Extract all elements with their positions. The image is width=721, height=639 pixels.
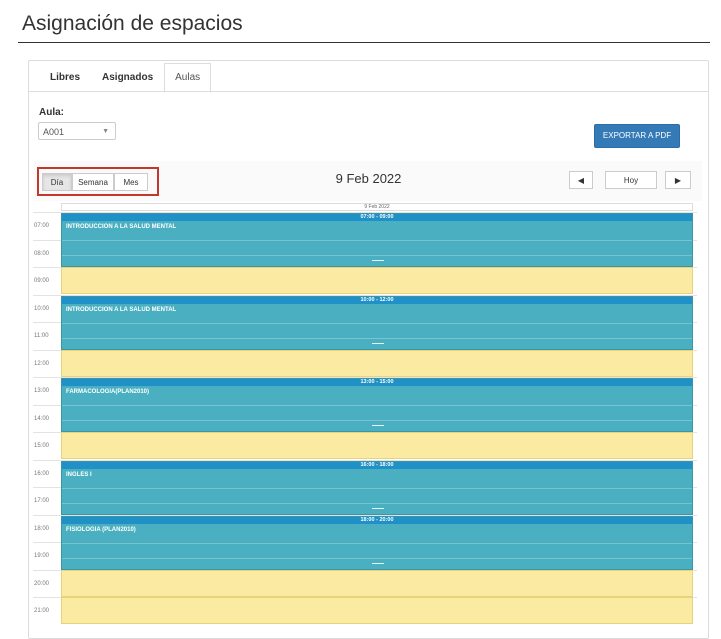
hour-label: 11:00 — [34, 333, 49, 339]
calendar-event[interactable]: 18:00 - 20:00 FISIOLOGIA (PLAN2010) — [61, 515, 693, 570]
event-title: INTRODUCCION A LA SALUD MENTAL — [66, 224, 177, 230]
calendar-event[interactable]: 10:00 - 12:00 INTRODUCCION A LA SALUD ME… — [61, 295, 693, 350]
event-divider — [62, 420, 692, 421]
resize-handle[interactable] — [372, 507, 384, 509]
event-divider — [62, 240, 692, 241]
title-divider — [18, 42, 710, 43]
resize-handle[interactable] — [372, 562, 384, 564]
free-slot[interactable] — [61, 349, 693, 377]
main-panel: Libres Asignados Aulas Aula: A001 ▼ EXPO… — [28, 60, 709, 639]
day-column-header: 9 Feb 2022 — [61, 203, 693, 211]
event-title: FARMACOLOGIA(PLAN2010) — [66, 389, 150, 395]
hour-label: 09:00 — [34, 278, 50, 284]
hour-label: 12:00 — [34, 360, 50, 367]
hour-label: 14:00 — [34, 415, 50, 422]
hour-label: 07:00 — [34, 223, 50, 229]
free-slot[interactable] — [61, 569, 693, 597]
event-divider — [62, 502, 692, 504]
prev-button[interactable]: ◀ — [569, 171, 593, 189]
event-time: 16:00 - 18:00 — [62, 461, 692, 469]
calendar-event[interactable]: 07:00 - 09:00 INTRODUCCION A LA SALUD ME… — [61, 213, 693, 267]
aula-label: Aula: — [39, 107, 64, 118]
event-title: INTRODUCCION A LA SALUD MENTAL — [66, 306, 177, 313]
event-time: 13:00 - 15:00 — [62, 379, 692, 386]
chevron-right-icon: ▶ — [674, 176, 682, 185]
export-pdf-button[interactable]: EXPORTAR A PDF — [594, 124, 680, 148]
hour-label: 19:00 — [34, 553, 50, 559]
hour-label: 17:00 — [34, 498, 50, 504]
hour-label: 20:00 — [34, 580, 50, 587]
calendar-event[interactable]: 13:00 - 15:00 FARMACOLOGIA(PLAN2010) — [61, 378, 693, 432]
tab-bar: Libres Asignados Aulas — [39, 63, 212, 93]
event-title: INGLES I — [66, 471, 92, 478]
event-title: FISIOLOGIA (PLAN2010) — [66, 526, 136, 533]
event-divider — [62, 337, 692, 339]
event-time: 10:00 - 12:00 — [62, 296, 692, 304]
free-slot[interactable] — [61, 432, 693, 459]
event-divider — [62, 255, 692, 256]
free-slot[interactable] — [61, 267, 693, 294]
tab-aulas[interactable]: Aulas — [164, 63, 212, 93]
event-divider — [62, 557, 692, 559]
aula-select-value: A001 — [43, 127, 65, 137]
free-slot[interactable] — [61, 597, 693, 624]
event-divider — [62, 487, 692, 489]
event-divider — [62, 405, 692, 406]
event-divider — [62, 322, 692, 324]
chevron-left-icon: ◀ — [577, 176, 585, 185]
calendar-event[interactable]: 16:00 - 18:00 INGLES I — [61, 460, 693, 515]
next-button[interactable]: ▶ — [665, 171, 691, 189]
page-title: Asignación de espacios — [22, 12, 243, 35]
tab-libres[interactable]: Libres — [39, 63, 91, 92]
hour-label: 10:00 — [34, 305, 50, 312]
hour-label: 08:00 — [34, 250, 50, 257]
hour-label: 16:00 — [34, 470, 50, 477]
hour-label: 18:00 — [34, 525, 50, 532]
aula-select[interactable]: A001 ▼ — [38, 122, 116, 140]
resize-handle[interactable] — [372, 342, 384, 344]
event-time: 18:00 - 20:00 — [62, 516, 692, 524]
tab-divider — [29, 91, 708, 92]
event-divider — [62, 542, 692, 544]
resize-handle[interactable] — [372, 260, 384, 261]
today-button[interactable]: Hoy — [605, 171, 657, 189]
chevron-down-icon: ▼ — [102, 128, 109, 135]
tab-asignados[interactable]: Asignados — [91, 63, 164, 92]
hour-label: 13:00 — [34, 388, 50, 394]
hour-label: 21:00 — [34, 608, 50, 614]
calendar-grid: 07:00 08:00 09:00 10:00 11:00 12:00 13:0… — [33, 212, 697, 624]
resize-handle[interactable] — [372, 425, 384, 426]
event-time: 07:00 - 09:00 — [62, 214, 692, 221]
hour-label: 15:00 — [34, 443, 50, 449]
